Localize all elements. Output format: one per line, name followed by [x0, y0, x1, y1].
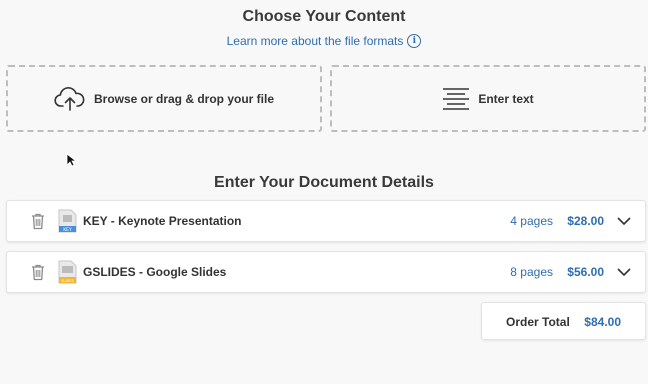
slides-file-tag: SLIDES [61, 279, 74, 283]
keynote-file-tag: KEY [63, 227, 72, 233]
choose-content-title: Choose Your Content [242, 8, 406, 25]
chevron-down-icon[interactable] [617, 216, 631, 226]
keynote-file-icon: KEY [58, 209, 77, 233]
upload-dropzone[interactable]: Browse or drag & drop your file [6, 65, 322, 132]
document-details-title: Enter Your Document Details [214, 174, 434, 191]
document-pages: 8 pages [510, 265, 553, 279]
document-pages: 4 pages [510, 214, 553, 228]
document-name: KEY - Keynote Presentation [83, 214, 242, 228]
document-name: GSLIDES - Google Slides [83, 265, 227, 279]
learn-more-label[interactable]: Learn more about the file formats [227, 34, 404, 48]
chevron-down-icon[interactable] [617, 267, 631, 277]
trash-icon[interactable] [31, 264, 45, 281]
cursor-icon [66, 153, 76, 167]
trash-icon[interactable] [31, 213, 45, 230]
learn-more-link[interactable]: Learn more about the file formats i [0, 34, 648, 48]
order-total-box: Order Total $84.00 [481, 302, 646, 340]
info-icon[interactable]: i [407, 34, 422, 48]
document-row[interactable]: KEY KEY - Keynote Presentation 4 pages $… [6, 200, 646, 242]
document-price: $28.00 [567, 214, 604, 228]
text-lines-icon [443, 87, 470, 110]
enter-text-box[interactable]: Enter text [330, 65, 646, 132]
document-row[interactable]: SLIDES GSLIDES - Google Slides 8 pages $… [6, 251, 646, 293]
upload-label: Browse or drag & drop your file [93, 91, 275, 106]
cloud-upload-icon [54, 86, 85, 111]
enter-text-label: Enter text [478, 91, 534, 106]
document-price: $56.00 [567, 265, 604, 279]
slides-file-icon: SLIDES [58, 260, 77, 284]
order-total-label: Order Total [506, 315, 570, 329]
order-total-value: $84.00 [584, 315, 621, 329]
